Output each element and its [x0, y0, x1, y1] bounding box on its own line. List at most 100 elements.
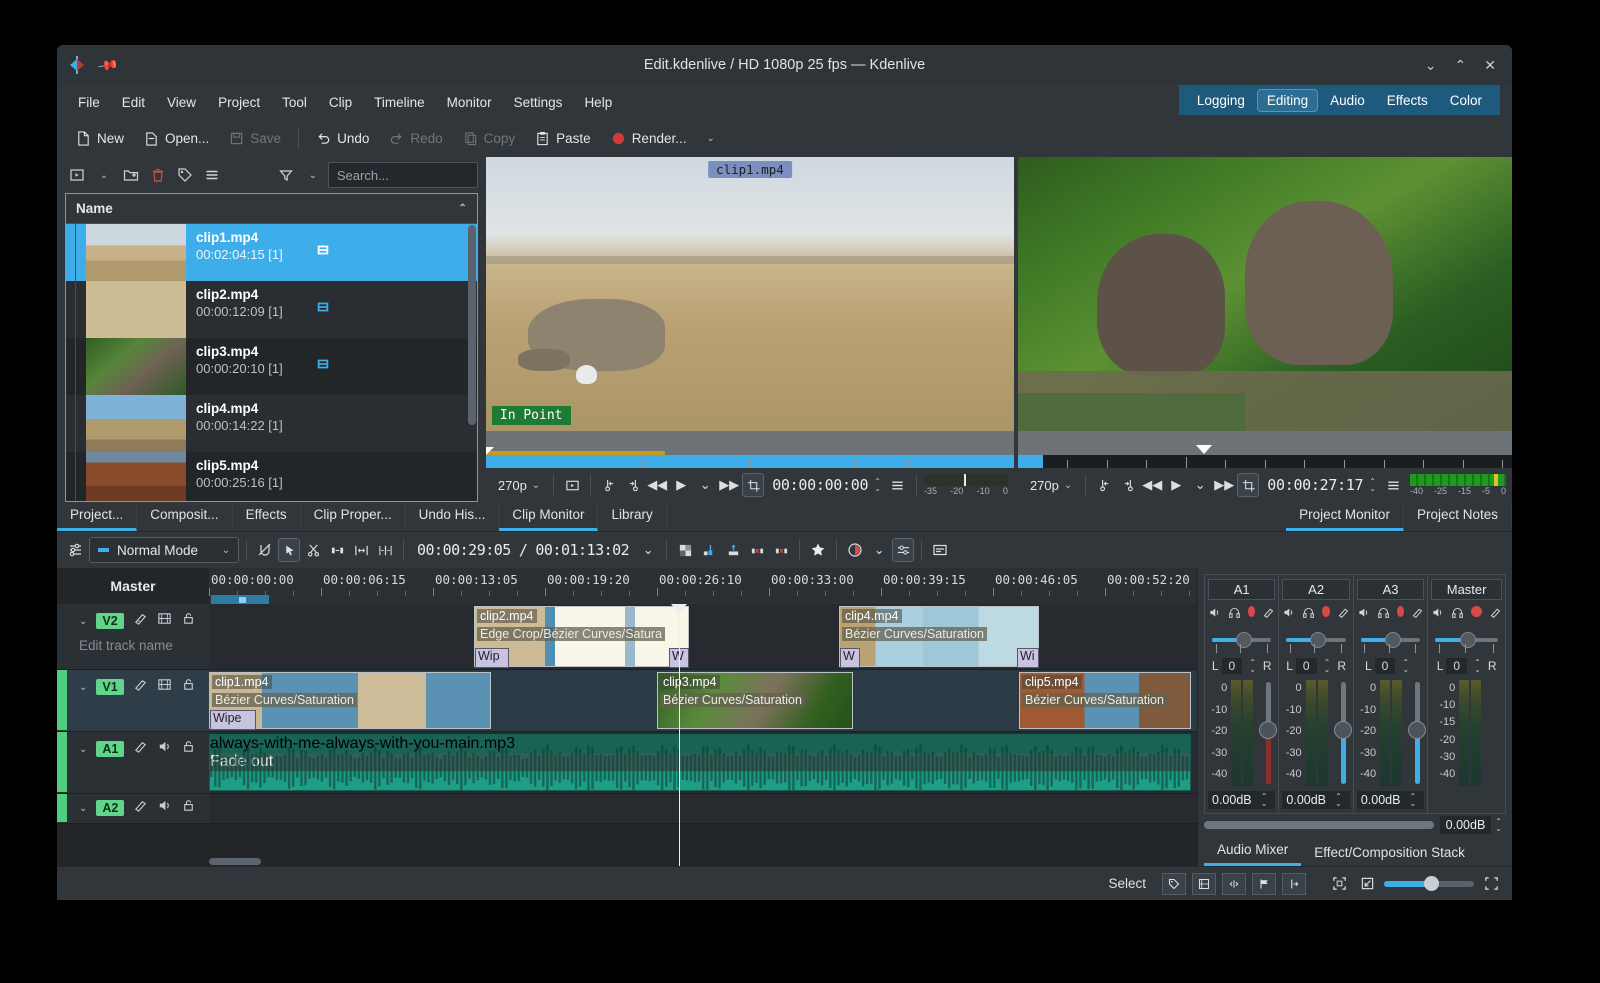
tab-project-monitor[interactable]: Project Monitor	[1286, 502, 1404, 531]
set-zone-in-icon[interactable]	[598, 473, 620, 497]
remove-zone-icon[interactable]	[770, 538, 792, 562]
track-body-V1[interactable]: clip1.mp4 Bézier Curves/Saturation Wipe cli…	[209, 670, 1197, 732]
track-hide-video-icon[interactable]	[157, 677, 172, 697]
mixer-record-icon[interactable]	[1396, 606, 1405, 617]
track-lock-icon[interactable]	[181, 739, 196, 759]
track-effects-icon[interactable]	[133, 739, 148, 759]
project-monitor-resolution-select[interactable]: 270p ⌄	[1024, 475, 1078, 496]
mixer-strip-a1[interactable]: A1 L 0 ⌃ ⌄ R 0 -10 -20 -30 -40 0.00dB ⌃ ⌄	[1205, 575, 1280, 813]
timeline-zoom-slider[interactable]	[1384, 875, 1474, 891]
spacer-tool-icon[interactable]	[326, 538, 348, 562]
timeline-ruler[interactable]: 00:00:00:00 00:00:06:15 00:00:13:05 00:00:1…	[209, 568, 1197, 604]
menu-item-help[interactable]: Help	[573, 91, 623, 114]
insert-zone-icon[interactable]	[698, 538, 720, 562]
mixer-strip-master[interactable]: MasterL0⌃⌄R0-10-15-20-30-400.00dB⌃⌄	[1428, 575, 1505, 813]
timeline-settings-icon[interactable]	[65, 538, 87, 562]
bin-clip-row[interactable]: clip2.mp4 00:00:12:09 [1]	[66, 281, 477, 338]
layout-mode-color[interactable]: Color	[1440, 89, 1492, 112]
set-zone-out-icon[interactable]	[622, 473, 644, 497]
timeline-composition[interactable]: W	[840, 648, 860, 668]
mixer-solo-headphones-icon[interactable]	[1228, 606, 1241, 624]
lift-zone-icon[interactable]	[746, 538, 768, 562]
paste-button[interactable]: Paste	[526, 127, 600, 150]
gain-spinner[interactable]: ⌃ ⌄	[1331, 793, 1346, 808]
track-header-A2[interactable]: ⌄ A2	[57, 794, 209, 824]
track-lock-icon[interactable]	[181, 611, 196, 631]
mixer-mute-icon[interactable]	[1282, 606, 1295, 624]
mixer-gain-value[interactable]: 0.00dB ⌃ ⌄	[1208, 791, 1276, 809]
mixer-strip-a2[interactable]: A2 L 0 ⌃ ⌄ R 0 -10 -20 -30 -40 0.00dB ⌃ ⌄	[1279, 575, 1354, 813]
layout-mode-audio[interactable]: Audio	[1320, 89, 1375, 112]
bin-scrollbar[interactable]	[467, 225, 476, 497]
clip-monitor-fullscreen-icon[interactable]	[561, 473, 583, 497]
track-id-V1[interactable]: V1	[96, 679, 124, 695]
clip-monitor-resolution-select[interactable]: 270p ⌄	[492, 475, 546, 496]
mixer-tab-effect-composition-stack[interactable]: Effect/Composition Stack	[1301, 840, 1478, 866]
fast-forward-icon[interactable]: ▶▶	[1213, 473, 1235, 497]
gain-spinner[interactable]: ⌃ ⌄	[1257, 793, 1272, 808]
track-name-placeholder-V2[interactable]: Edit track name	[57, 631, 209, 653]
no-snap-icon[interactable]	[254, 538, 276, 562]
collapse-chevron-icon[interactable]: ⌄	[79, 744, 87, 755]
pan-value[interactable]: 0	[1295, 658, 1317, 674]
menu-item-timeline[interactable]: Timeline	[363, 91, 436, 114]
bin-column-header[interactable]: Name ⌃	[66, 194, 477, 224]
mixer-strip-name[interactable]: A3	[1356, 579, 1425, 600]
track-header-V2[interactable]: ⌄ V2 Edit track name	[57, 604, 209, 670]
mixer-strip-name[interactable]: A2	[1282, 579, 1350, 600]
mixer-mute-icon[interactable]	[1431, 606, 1444, 624]
subtitle-icon[interactable]	[929, 538, 951, 562]
pin-icon[interactable]: 📌	[96, 53, 119, 77]
mixer-pan-slider[interactable]	[1360, 630, 1421, 656]
mixer-strip-a3[interactable]: A3 L 0 ⌃ ⌄ 0 -10 -20 -30 -40 0.00dB ⌃ ⌄	[1354, 575, 1429, 813]
status-tag-icon[interactable]	[1162, 872, 1186, 895]
project-monitor-timecode-spinner[interactable]: ⌃ ⌄	[1365, 478, 1380, 493]
render-button[interactable]: Render...	[602, 127, 696, 150]
play-icon[interactable]: ▶	[670, 473, 692, 497]
clip-monitor-timecode-spinner[interactable]: ⌃ ⌄	[870, 478, 885, 493]
pan-spinner[interactable]: ⌃ ⌄	[1470, 659, 1485, 674]
track-id-A1[interactable]: A1	[96, 741, 125, 757]
bin-menu-icon[interactable]	[200, 164, 224, 186]
master-gain-spinner[interactable]: ⌃ ⌄	[1491, 818, 1506, 833]
menu-item-monitor[interactable]: Monitor	[436, 91, 503, 114]
collapse-chevron-icon[interactable]: ⌄	[79, 616, 87, 627]
track-effects-icon[interactable]	[133, 798, 148, 818]
pan-value[interactable]: 0	[1221, 658, 1243, 674]
mixer-mute-icon[interactable]	[1208, 606, 1221, 624]
set-zone-in-icon[interactable]	[1093, 473, 1115, 497]
track-id-A2[interactable]: A2	[96, 800, 125, 816]
favorite-star-icon[interactable]	[807, 538, 829, 562]
track-lock-icon[interactable]	[181, 677, 196, 697]
collapse-chevron-icon[interactable]: ⌄	[79, 803, 87, 814]
status-zoom-out-icon[interactable]	[1356, 872, 1378, 896]
timeline-zone[interactable]	[211, 595, 269, 604]
play-options-chevron-icon[interactable]: ⌄	[1189, 473, 1211, 497]
pan-spinner[interactable]: ⌃ ⌄	[1398, 659, 1413, 674]
menu-item-tool[interactable]: Tool	[271, 91, 318, 114]
clip-monitor-zonebar[interactable]	[485, 431, 1014, 455]
project-monitor-crop-icon[interactable]	[1237, 473, 1260, 497]
menu-item-edit[interactable]: Edit	[111, 91, 156, 114]
tab-library[interactable]: Library	[598, 502, 667, 531]
status-zoom-in-icon[interactable]	[1480, 872, 1502, 896]
tag-icon[interactable]	[173, 164, 197, 186]
bin-clip-row[interactable]: clip4.mp4 00:00:14:22 [1]	[66, 395, 477, 452]
pan-value[interactable]: 0	[1446, 658, 1468, 674]
timeline-composition[interactable]: Wipe	[210, 710, 256, 730]
layout-mode-logging[interactable]: Logging	[1187, 89, 1255, 112]
new-button[interactable]: New	[67, 127, 133, 150]
mixer-strip-name[interactable]: Master	[1431, 579, 1502, 600]
delete-clip-icon[interactable]	[146, 164, 170, 186]
save-button[interactable]: Save	[220, 127, 290, 150]
add-clip-dropdown-icon[interactable]: ⌄	[92, 164, 116, 186]
mixer-solo-headphones-icon[interactable]	[1302, 606, 1315, 624]
tab-clip-proper[interactable]: Clip Proper...	[301, 502, 406, 531]
status-marker-icon[interactable]	[1282, 872, 1306, 895]
timeline-clip[interactable]: clip4.mp4 Bézier Curves/Saturation	[839, 606, 1039, 667]
tab-clip-monitor[interactable]: Clip Monitor	[499, 502, 599, 531]
timeline-playhead[interactable]	[671, 604, 687, 866]
minimize-icon[interactable]: ⌄	[1425, 58, 1437, 72]
master-volume-slider[interactable]	[1204, 821, 1434, 829]
set-zone-out-icon[interactable]	[1117, 473, 1139, 497]
